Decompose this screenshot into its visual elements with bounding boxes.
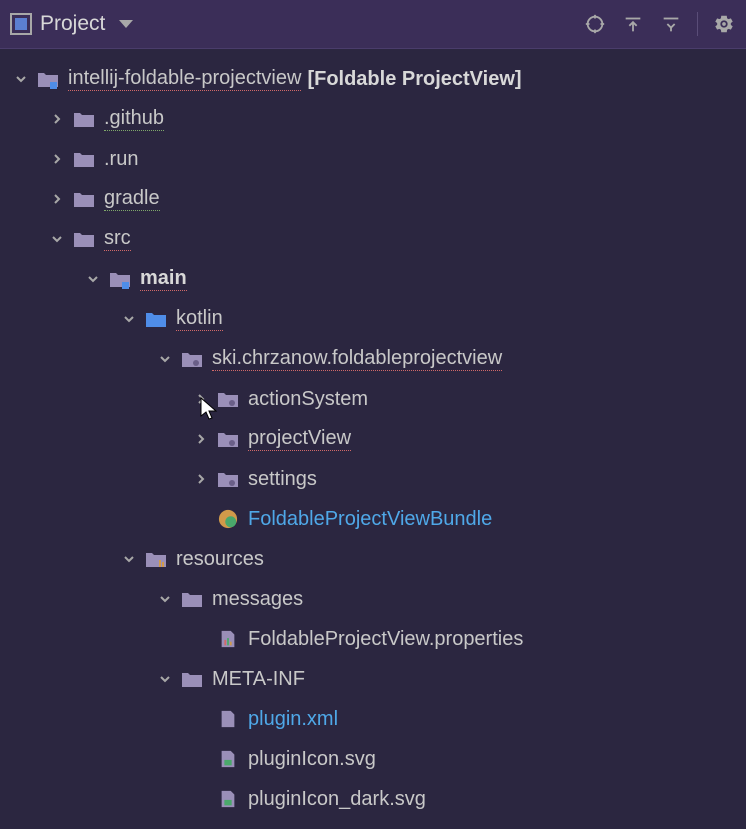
tree-row-kotlin[interactable]: kotlin bbox=[0, 299, 746, 339]
chevron-down-icon[interactable] bbox=[82, 268, 104, 290]
chevron-down-icon[interactable] bbox=[118, 548, 140, 570]
package-icon bbox=[180, 347, 204, 371]
plugin-file-icon bbox=[216, 707, 240, 731]
tree-row-resources[interactable]: resources bbox=[0, 539, 746, 579]
package-icon bbox=[216, 427, 240, 451]
toolbar-right bbox=[583, 12, 736, 36]
node-label: actionSystem bbox=[248, 388, 368, 411]
chevron-down-icon[interactable] bbox=[10, 68, 32, 90]
tree-row-actionsystem[interactable]: actionSystem bbox=[0, 379, 746, 419]
node-label: projectView bbox=[248, 427, 351, 451]
properties-file-icon bbox=[216, 627, 240, 651]
node-label: kotlin bbox=[176, 307, 223, 331]
tree-row-bundle[interactable]: FoldableProjectViewBundle bbox=[0, 499, 746, 539]
tree-row-properties[interactable]: FoldableProjectView.properties bbox=[0, 619, 746, 659]
folder-icon bbox=[72, 187, 96, 211]
chevron-right-icon[interactable] bbox=[190, 388, 212, 410]
image-file-icon bbox=[216, 787, 240, 811]
collapse-all-icon[interactable] bbox=[659, 12, 683, 36]
package-icon bbox=[216, 387, 240, 411]
chevron-down-icon[interactable] bbox=[46, 228, 68, 250]
tree-row-settings[interactable]: settings bbox=[0, 459, 746, 499]
node-label: gradle bbox=[104, 187, 160, 211]
module-folder-icon bbox=[108, 267, 132, 291]
tree-row-pluginicondark[interactable]: pluginIcon_dark.svg bbox=[0, 779, 746, 819]
tree-row-src[interactable]: src bbox=[0, 219, 746, 259]
tree-row-messages[interactable]: messages bbox=[0, 579, 746, 619]
gear-icon[interactable] bbox=[712, 12, 736, 36]
chevron-right-icon[interactable] bbox=[46, 148, 68, 170]
separator bbox=[697, 12, 698, 36]
node-label: .run bbox=[104, 148, 138, 171]
tree-row-github[interactable]: .github bbox=[0, 99, 746, 139]
project-tree: intellij-foldable-projectview [Foldable … bbox=[0, 49, 746, 829]
root-extra: [Foldable ProjectView] bbox=[307, 68, 521, 91]
node-label: plugin.xml bbox=[248, 708, 338, 731]
node-label: main bbox=[140, 267, 187, 291]
tree-row-projectview[interactable]: projectView bbox=[0, 419, 746, 459]
node-label: src bbox=[104, 227, 131, 251]
node-label: FoldableProjectView.properties bbox=[248, 628, 523, 651]
node-label: pluginIcon_dark.svg bbox=[248, 788, 426, 811]
node-label: FoldableProjectViewBundle bbox=[248, 508, 492, 531]
expand-all-icon[interactable] bbox=[621, 12, 645, 36]
node-label: resources bbox=[176, 548, 264, 571]
node-label: settings bbox=[248, 468, 317, 491]
chevron-down-icon[interactable] bbox=[154, 348, 176, 370]
tree-row-run[interactable]: .run bbox=[0, 139, 746, 179]
node-label: messages bbox=[212, 588, 303, 611]
node-label: pluginIcon.svg bbox=[248, 748, 376, 771]
folder-icon bbox=[72, 107, 96, 131]
tree-row-package[interactable]: ski.chrzanow.foldableprojectview bbox=[0, 339, 746, 379]
chevron-down-icon[interactable] bbox=[154, 668, 176, 690]
tree-row-gradle[interactable]: gradle bbox=[0, 179, 746, 219]
project-toolbar: Project bbox=[0, 0, 746, 49]
chevron-right-icon[interactable] bbox=[46, 108, 68, 130]
locate-icon[interactable] bbox=[583, 12, 607, 36]
chevron-right-icon[interactable] bbox=[190, 468, 212, 490]
folder-icon bbox=[180, 587, 204, 611]
chevron-down-icon[interactable] bbox=[118, 308, 140, 330]
toolbar-title: Project bbox=[40, 12, 105, 36]
tree-row-main[interactable]: main bbox=[0, 259, 746, 299]
tree-row-pluginicon[interactable]: pluginIcon.svg bbox=[0, 739, 746, 779]
project-icon bbox=[10, 13, 32, 35]
image-file-icon bbox=[216, 747, 240, 771]
node-label: META-INF bbox=[212, 668, 305, 691]
source-folder-icon bbox=[144, 307, 168, 331]
tree-row-metainf[interactable]: META-INF bbox=[0, 659, 746, 699]
root-name: intellij-foldable-projectview bbox=[68, 67, 301, 91]
resources-folder-icon bbox=[144, 547, 168, 571]
package-icon bbox=[216, 467, 240, 491]
tree-row-pluginxml[interactable]: plugin.xml bbox=[0, 699, 746, 739]
chevron-down-icon[interactable] bbox=[154, 588, 176, 610]
dropdown-icon[interactable] bbox=[119, 20, 133, 28]
node-label: .github bbox=[104, 107, 164, 131]
module-folder-icon bbox=[36, 67, 60, 91]
kotlin-class-icon bbox=[216, 507, 240, 531]
folder-icon bbox=[72, 147, 96, 171]
tree-row-root[interactable]: intellij-foldable-projectview [Foldable … bbox=[0, 59, 746, 99]
folder-icon bbox=[180, 667, 204, 691]
folder-icon bbox=[72, 227, 96, 251]
chevron-right-icon[interactable] bbox=[46, 188, 68, 210]
node-label: ski.chrzanow.foldableprojectview bbox=[212, 347, 502, 371]
chevron-right-icon[interactable] bbox=[190, 428, 212, 450]
toolbar-left: Project bbox=[10, 12, 583, 36]
